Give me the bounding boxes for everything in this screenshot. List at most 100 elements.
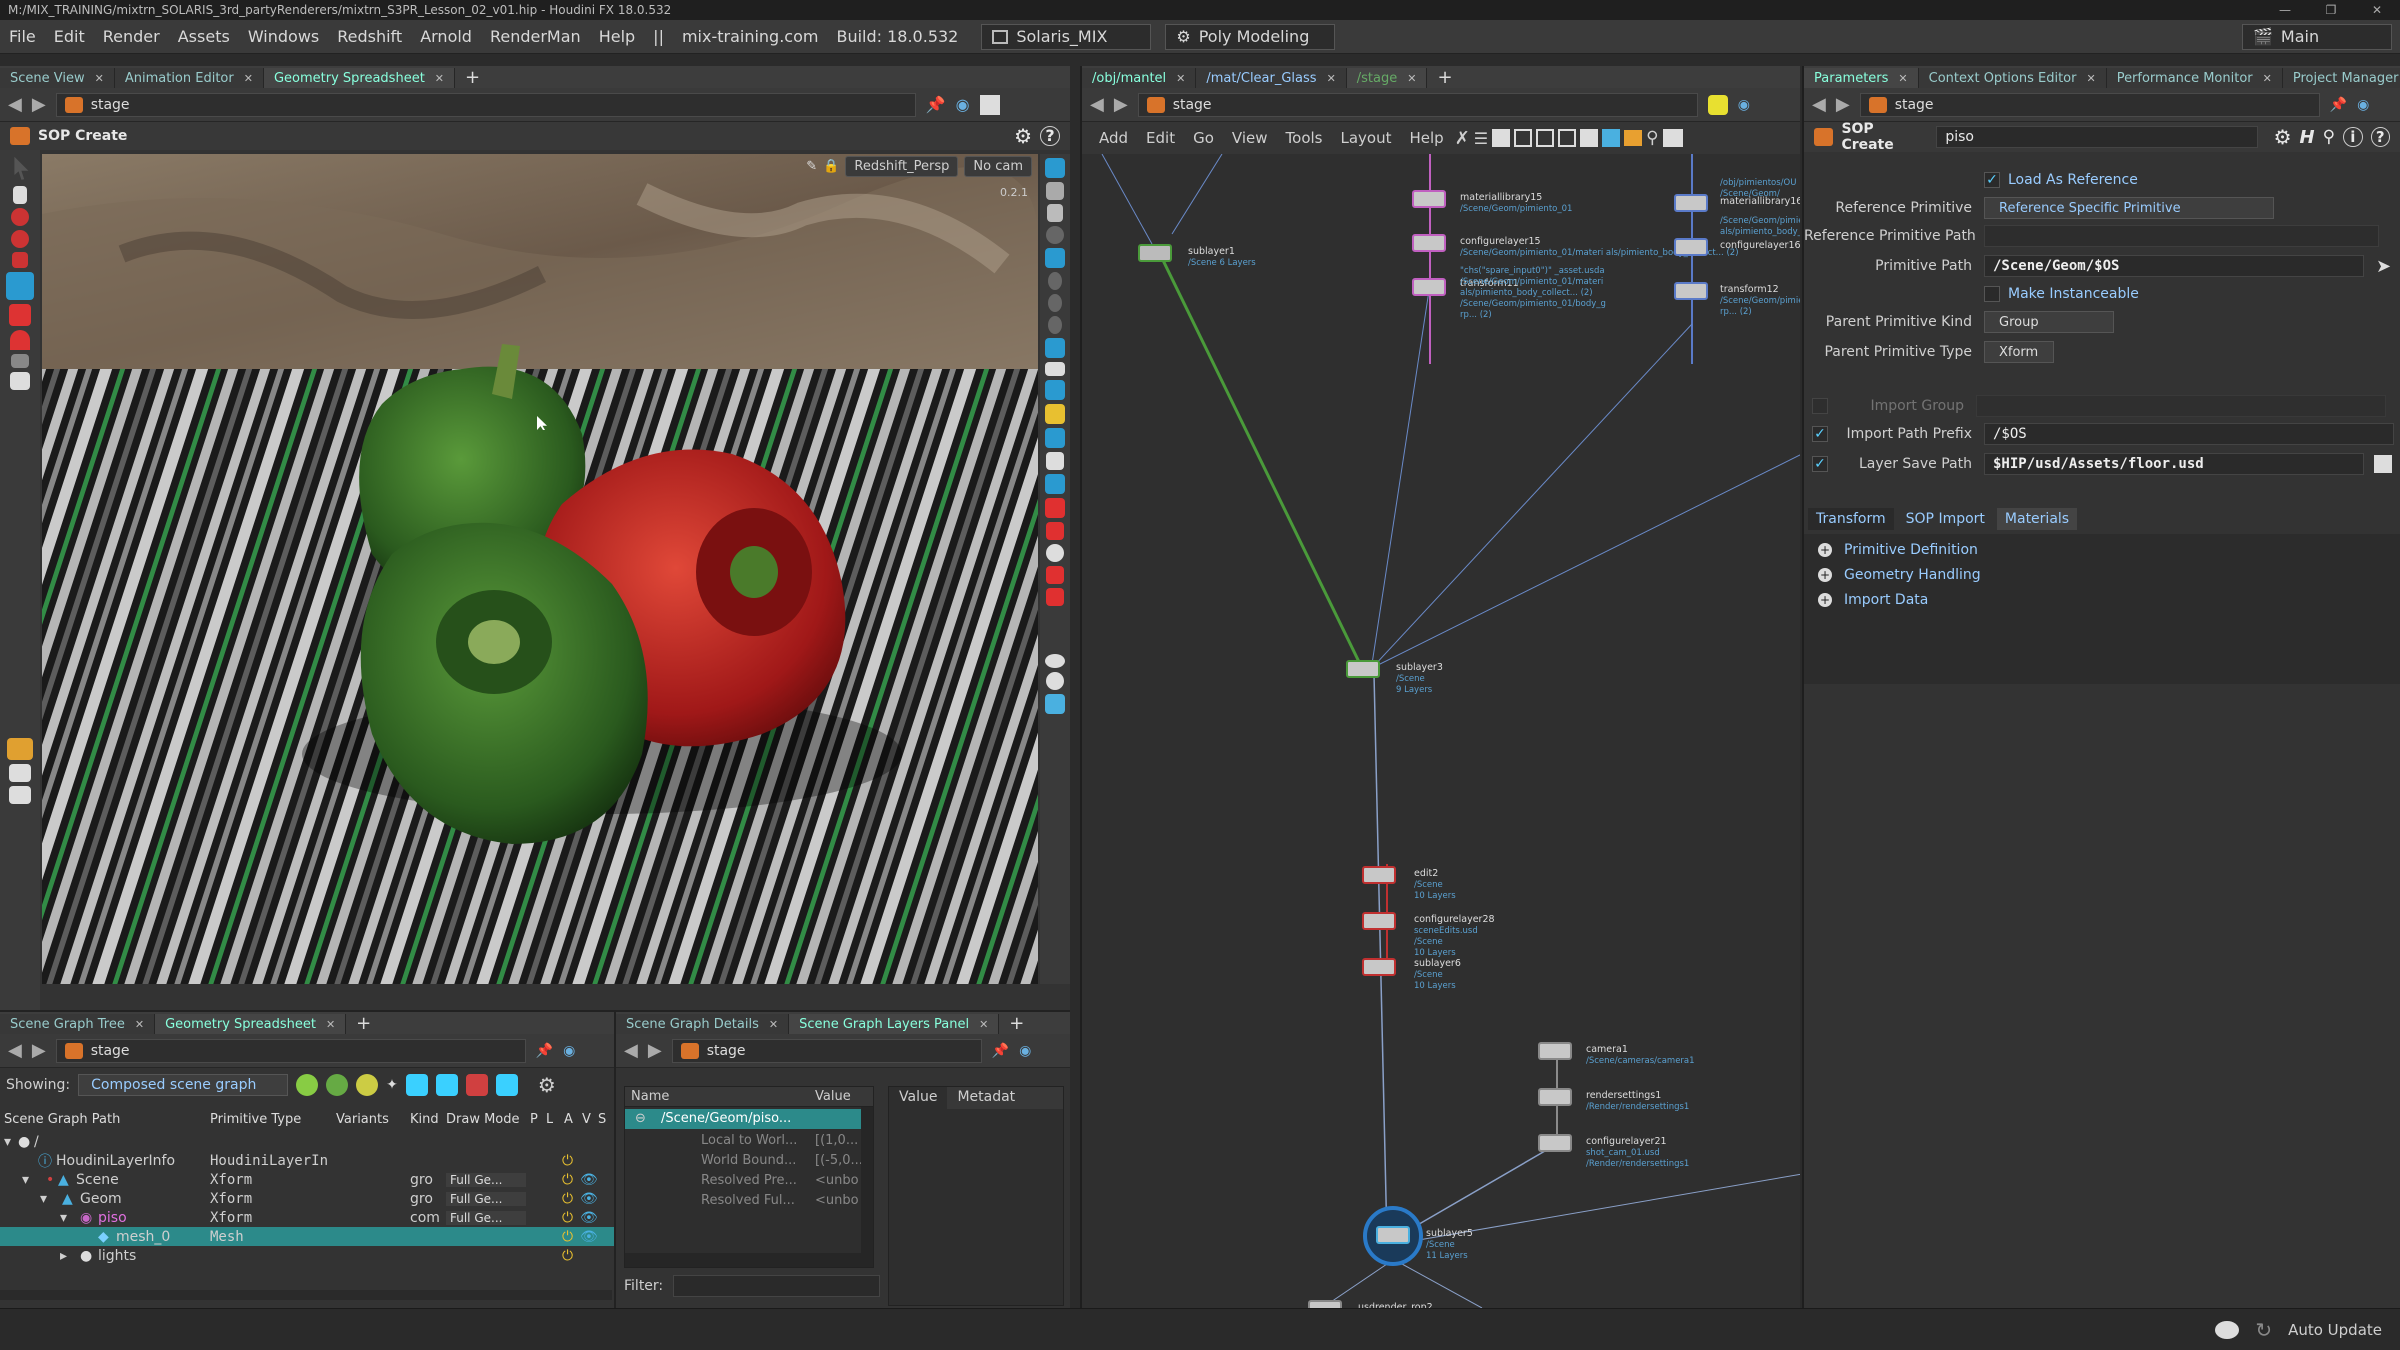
gear-icon[interactable]: ⚙ <box>1014 124 1032 148</box>
red-cube-icon[interactable] <box>1046 566 1064 584</box>
info-icon[interactable]: i <box>2343 127 2363 147</box>
sticky-icon[interactable] <box>1580 129 1599 147</box>
stack-icon[interactable] <box>495 1074 518 1096</box>
expand-arrow-icon[interactable]: ⊖ <box>635 1111 646 1126</box>
node-transform11[interactable] <box>1412 278 1446 296</box>
add-tab-button[interactable]: + <box>346 1014 381 1034</box>
network-menu-add[interactable]: Add <box>1092 129 1135 147</box>
search-icon[interactable]: ⚲ <box>1646 128 1658 148</box>
active-icon[interactable]: ⏻ <box>562 1191 573 1207</box>
link-icon[interactable]: ◉ <box>956 95 970 114</box>
gear-icon[interactable] <box>1046 544 1064 562</box>
tab-project-manager[interactable]: Project Manager✕ <box>2282 68 2400 88</box>
lock-icon[interactable] <box>1047 204 1063 222</box>
display-icon[interactable] <box>1045 158 1065 178</box>
col-a[interactable]: A <box>564 1112 573 1127</box>
filter-input[interactable] <box>673 1275 880 1297</box>
node-materiallibrary16[interactable] <box>1674 194 1708 212</box>
tab-mat-clear-glass[interactable]: /mat/Clear_Glass ✕ <box>1196 68 1347 88</box>
tab-parameters[interactable]: Parameters ✕ <box>1804 68 1919 88</box>
import-path-prefix-field[interactable]: /$OS <box>1984 423 2394 445</box>
close-icon[interactable]: ✕ <box>2354 0 2400 20</box>
active-icon[interactable]: ⏻ <box>562 1153 573 1169</box>
flipbook-icon[interactable] <box>9 764 31 782</box>
back-arrow-icon[interactable]: ◀ <box>8 1040 22 1061</box>
collapse-icon[interactable] <box>326 1074 349 1096</box>
network-canvas[interactable]: sublayer1 /Scene 6 Layers materiallibrar… <box>1082 154 1800 1308</box>
network-menu-help[interactable]: Help <box>1402 129 1450 147</box>
reference-primitive-dropdown[interactable]: Reference Specific Primitive <box>1984 197 2274 219</box>
tile-view-icon[interactable] <box>1536 129 1555 147</box>
layer-save-path-field[interactable]: $HIP/usd/Assets/floor.usd <box>1984 453 2364 475</box>
folder-import-data[interactable]: + Import Data <box>1818 592 1928 608</box>
node-configurelayer15[interactable] <box>1412 234 1446 252</box>
horizontal-scrollbar[interactable] <box>625 1253 861 1267</box>
network-menu-layout[interactable]: Layout <box>1333 129 1398 147</box>
add-tab-button[interactable]: + <box>999 1014 1034 1034</box>
grid-view-icon[interactable] <box>1514 129 1533 147</box>
list-view-icon[interactable] <box>1492 129 1511 147</box>
link-icon[interactable]: ◉ <box>1019 1043 1031 1059</box>
tab-value[interactable]: Value <box>889 1087 948 1109</box>
light-tool-icon[interactable] <box>9 304 31 326</box>
showing-dropdown[interactable]: Composed scene graph <box>78 1074 289 1096</box>
grid-icon[interactable] <box>1045 694 1065 714</box>
close-icon[interactable]: ✕ <box>326 1018 335 1031</box>
back-arrow-icon[interactable]: ◀ <box>1090 94 1104 115</box>
node-name-field[interactable]: piso <box>1936 126 2258 148</box>
eye-icon[interactable]: 👁 <box>580 1210 598 1226</box>
expand-arrow-icon[interactable]: ▾ <box>40 1191 47 1207</box>
pose-tool-icon[interactable] <box>6 272 34 300</box>
node-sublayer1[interactable] <box>1138 244 1172 262</box>
back-arrow-icon[interactable]: ◀ <box>8 94 22 115</box>
active-icon[interactable]: ⏻ <box>562 1210 573 1226</box>
gear-icon[interactable]: ⚙ <box>2274 125 2292 149</box>
col-p[interactable]: P <box>530 1112 538 1127</box>
parent-type-dropdown[interactable]: Xform <box>1984 341 2054 363</box>
scale-tool-icon[interactable] <box>12 252 28 268</box>
help-icon[interactable]: ? <box>1040 126 1060 146</box>
draw-mode-dropdown[interactable]: Full Ge... <box>446 1210 526 1225</box>
path-field[interactable]: stage <box>55 1038 526 1063</box>
pin-icon[interactable]: 📌 <box>926 95 946 114</box>
path-field[interactable]: stage <box>1859 92 2320 117</box>
draw-mode-dropdown[interactable]: Full Ge... <box>446 1172 526 1187</box>
col-kind[interactable]: Kind <box>410 1112 439 1127</box>
tab-scene-graph-details[interactable]: Scene Graph Details ✕ <box>616 1014 790 1034</box>
node-configurelayer16[interactable] <box>1674 238 1708 256</box>
sphere-icon[interactable] <box>435 1074 458 1096</box>
tree-view-icon[interactable]: ☰ <box>1474 129 1488 148</box>
node-rendersettings1[interactable] <box>1538 1088 1572 1106</box>
col-draw-mode[interactable]: Draw Mode <box>446 1112 520 1127</box>
red-cube-icon[interactable] <box>1046 588 1064 606</box>
move-tool-icon[interactable] <box>11 208 29 226</box>
make-instanceable-checkbox[interactable] <box>1984 286 2000 302</box>
network-menu-tools[interactable]: Tools <box>1279 129 1330 147</box>
add-tab-button[interactable]: + <box>1427 68 1462 88</box>
close-icon[interactable]: ✕ <box>95 72 104 85</box>
help-icon[interactable]: ? <box>2370 127 2390 147</box>
pin-icon[interactable]: 📌 <box>2330 97 2347 113</box>
path-field[interactable]: stage <box>55 92 916 117</box>
light-bulb-icon[interactable] <box>1048 294 1062 312</box>
menu-edit[interactable]: Edit <box>45 27 94 46</box>
tree-row[interactable]: ▾ ● / <box>0 1132 614 1151</box>
file-chooser-icon[interactable] <box>2374 455 2392 473</box>
close-icon[interactable]: ✕ <box>769 1018 778 1031</box>
col-v[interactable]: V <box>582 1112 591 1127</box>
desktop-selector[interactable]: Solaris_MIX <box>981 23 1152 50</box>
handle-icon[interactable] <box>11 354 29 368</box>
menu-arnold[interactable]: Arnold <box>411 27 481 46</box>
import-path-prefix-checkbox[interactable]: ✓ <box>1812 426 1828 442</box>
col-variants[interactable]: Variants <box>336 1112 389 1127</box>
col-s[interactable]: S <box>598 1112 606 1127</box>
tab-performance-monitor[interactable]: Performance Monitor ✕ <box>2106 68 2283 88</box>
points-icon[interactable] <box>1046 452 1064 470</box>
details-row[interactable]: Local to Worl... [(1,0... <box>625 1131 861 1151</box>
view-tool-icon[interactable] <box>13 186 27 204</box>
menu-help[interactable]: Help <box>590 27 644 46</box>
chat-icon[interactable] <box>2215 1320 2240 1339</box>
filter-icon[interactable] <box>296 1074 319 1096</box>
path-field[interactable]: stage <box>671 1038 982 1063</box>
lighting-icon[interactable] <box>1045 248 1065 268</box>
